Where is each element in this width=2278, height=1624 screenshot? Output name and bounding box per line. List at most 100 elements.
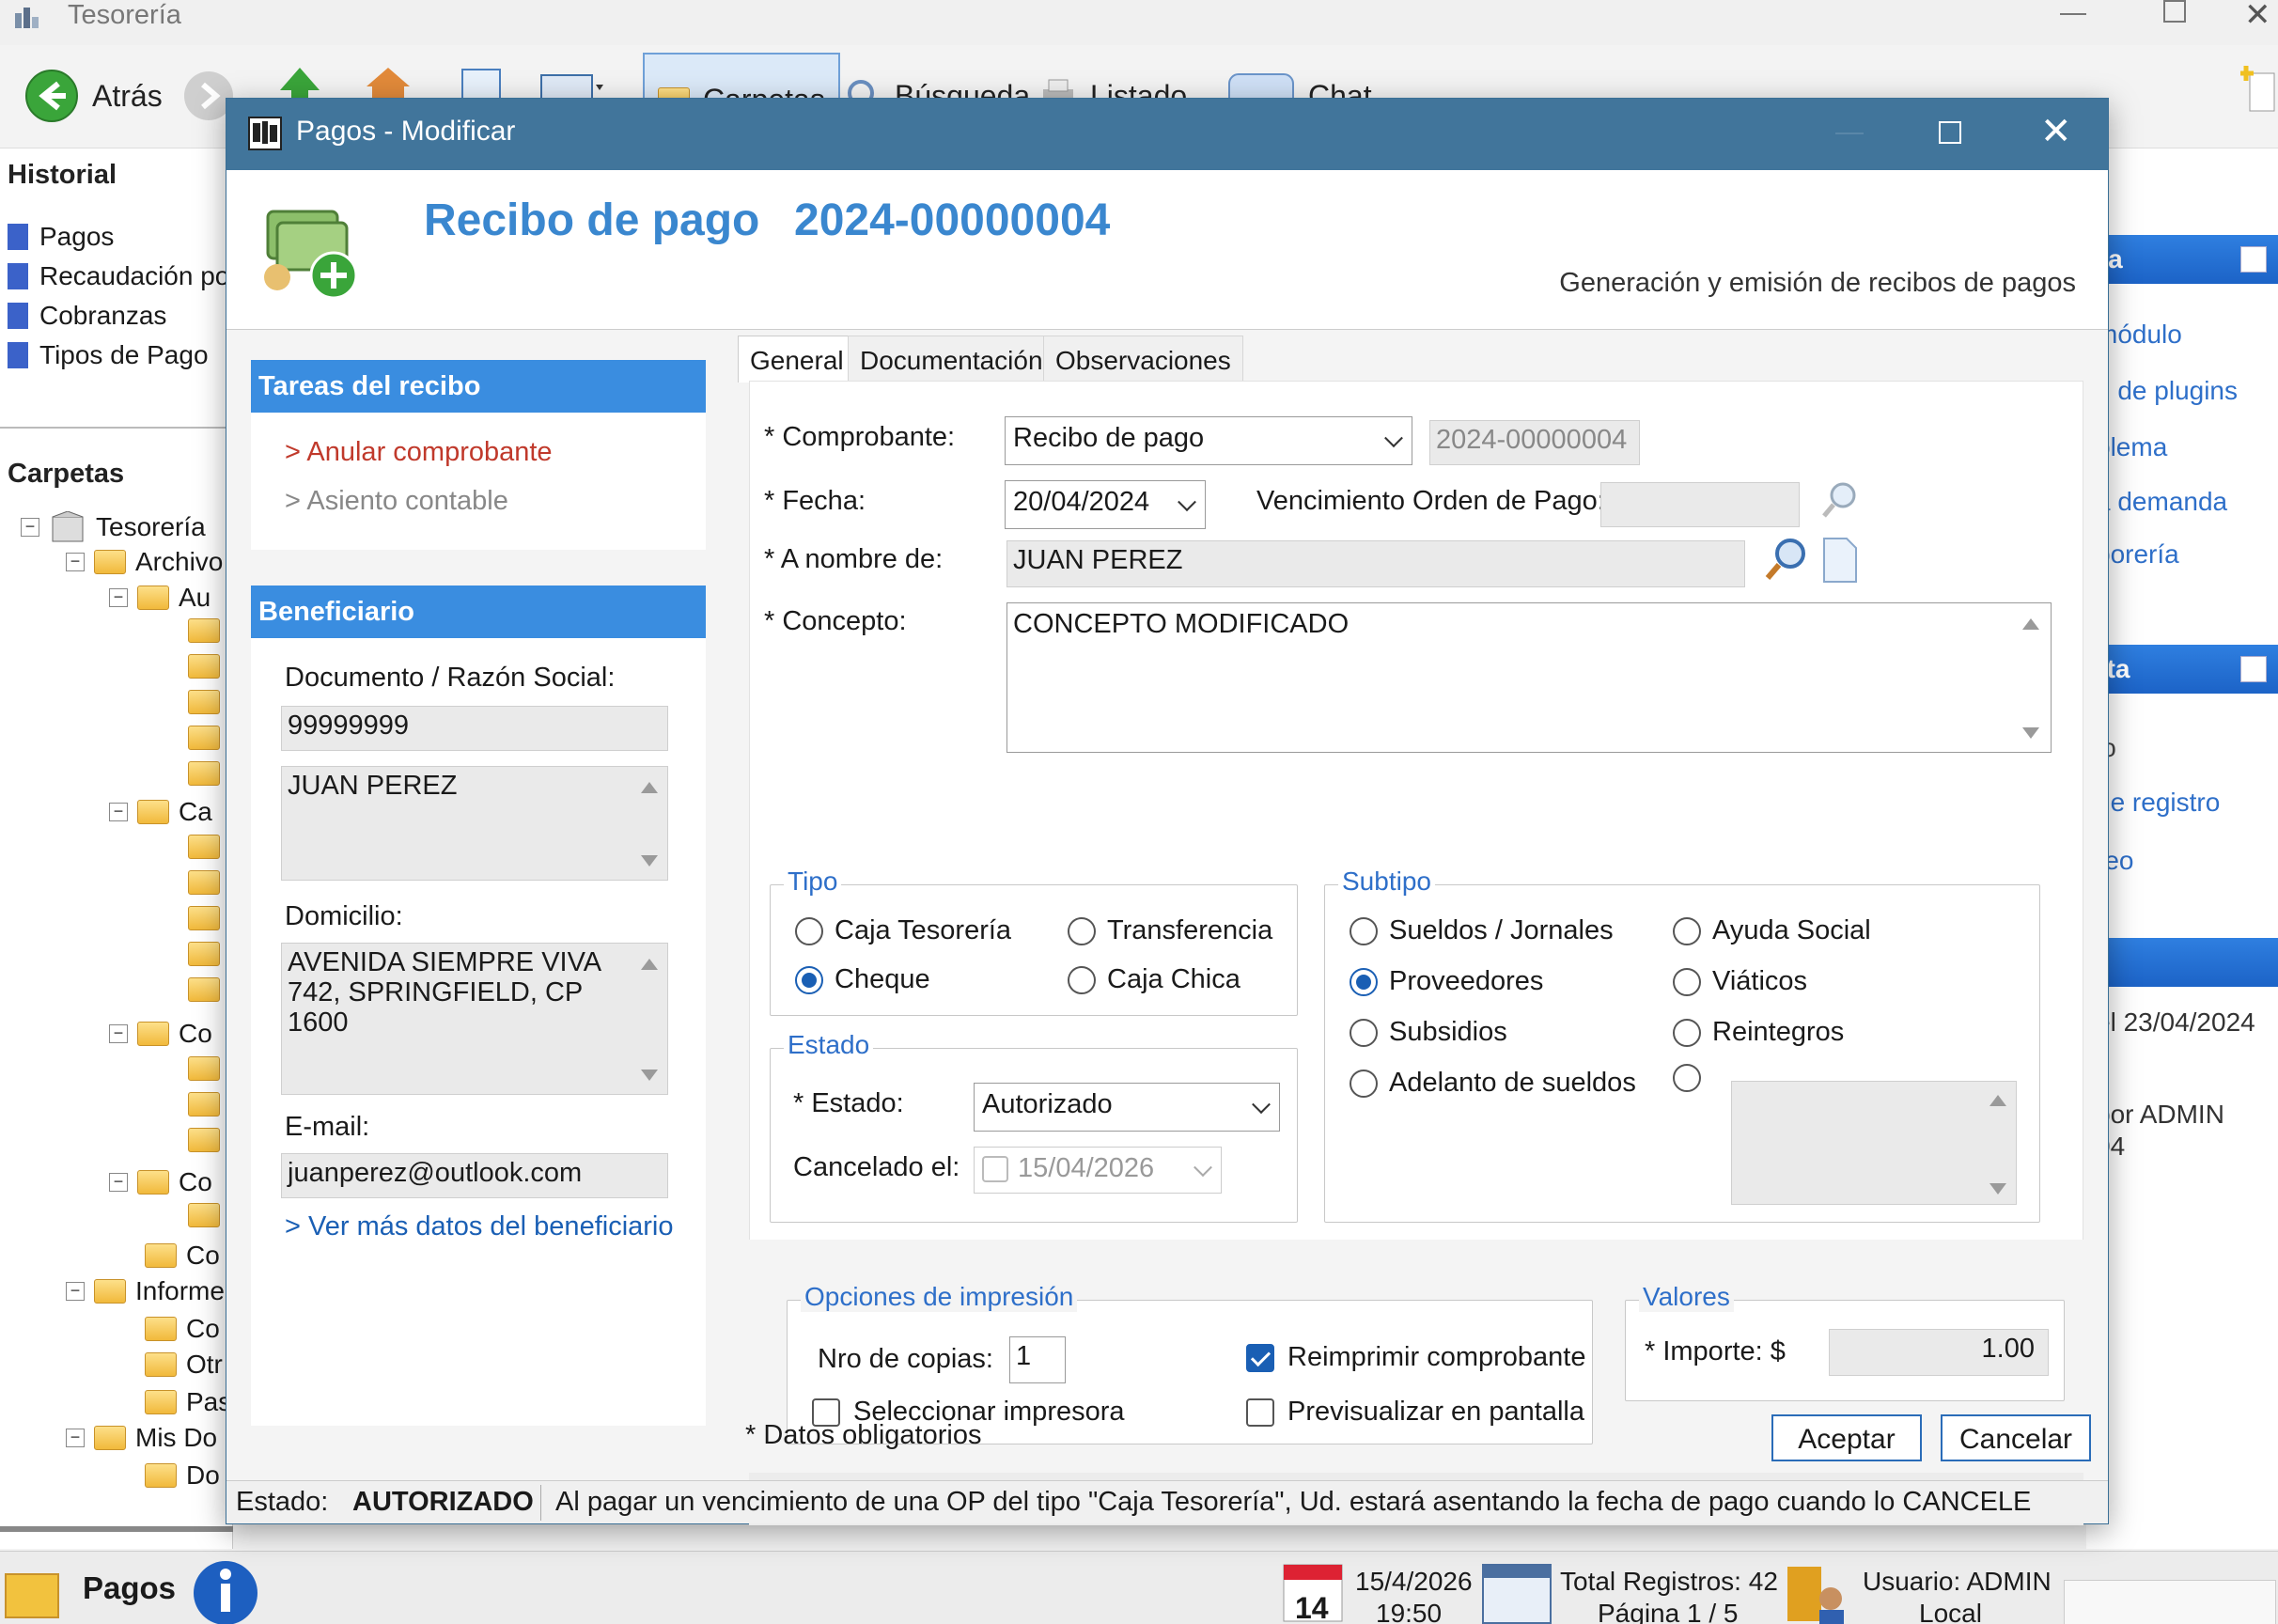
scroll-up-icon[interactable]	[641, 959, 658, 970]
tree-node-folder[interactable]	[188, 1203, 220, 1227]
right-link[interactable]: n de plugins	[2096, 376, 2238, 406]
cancelado-date-picker[interactable]: 15/04/2026	[974, 1147, 1222, 1194]
tree-node-co[interactable]: − Co	[109, 1019, 212, 1049]
close-button[interactable]: ✕	[2040, 110, 2072, 153]
scroll-up-icon[interactable]	[641, 782, 658, 793]
tree-node-pas[interactable]: Pas	[145, 1387, 231, 1417]
collapse-icon[interactable]: −	[21, 518, 39, 537]
fecha-picker[interactable]: 20/04/2024	[1005, 480, 1206, 529]
tree-node-au[interactable]: − Au	[109, 583, 211, 613]
scroll-down-icon[interactable]	[1989, 1183, 2006, 1195]
subtipo-sueldos-radio[interactable]: Sueldos / Jornales	[1350, 915, 1614, 946]
tree-node-co[interactable]: − Co	[109, 1167, 212, 1197]
tab-observations[interactable]: Observaciones	[1043, 336, 1243, 383]
collapse-icon[interactable]: −	[109, 1024, 128, 1043]
tree-node-tesoreria[interactable]: − Tesorería	[21, 511, 206, 543]
tipo-caja-tesoreria-radio[interactable]: Caja Tesorería	[795, 915, 1011, 946]
collapse-icon[interactable]: −	[66, 1429, 85, 1447]
document-icon[interactable]	[1820, 537, 1858, 584]
tree-node-folder[interactable]	[188, 761, 220, 786]
right-link[interactable]: de registro	[2096, 788, 2220, 818]
collapse-icon[interactable]	[2240, 656, 2267, 682]
tree-node-folder[interactable]	[188, 942, 220, 966]
subtipo-other-radio[interactable]	[1673, 1064, 1701, 1092]
email-field[interactable]: juanperez@outlook.com	[281, 1153, 668, 1198]
new-plugin-icon[interactable]	[2240, 62, 2278, 115]
tree-node-folder[interactable]	[188, 906, 220, 930]
copies-input[interactable]: 1	[1009, 1336, 1066, 1383]
collapse-icon[interactable]: −	[66, 553, 85, 571]
tab-documentation[interactable]: Documentación	[848, 336, 1055, 383]
collapse-icon[interactable]	[2240, 246, 2267, 273]
tree-node-ca[interactable]: − Ca	[109, 797, 212, 827]
tipo-transferencia-radio[interactable]: Transferencia	[1068, 915, 1272, 946]
horizontal-scrollbar[interactable]	[0, 1526, 233, 1532]
history-item-recaudacion[interactable]: Recaudación po	[8, 261, 229, 291]
tree-node-otr[interactable]: Otr	[145, 1350, 223, 1380]
tipo-caja-chica-radio[interactable]: Caja Chica	[1068, 964, 1240, 995]
tree-node-folder[interactable]	[188, 835, 220, 859]
address-field[interactable]: AVENIDA SIEMPRE VIVA 742, SPRINGFIELD, C…	[281, 943, 668, 1095]
nombre-field[interactable]: JUAN PEREZ	[1006, 540, 1745, 587]
collapse-icon[interactable]: −	[66, 1282, 85, 1301]
scroll-down-icon[interactable]	[2022, 727, 2039, 739]
comprobante-select[interactable]: Recibo de pago	[1005, 416, 1412, 465]
subtipo-adelanto-radio[interactable]: Adelanto de sueldos	[1350, 1068, 1636, 1099]
info-icon[interactable]	[188, 1557, 263, 1624]
tree-node-folder[interactable]	[188, 726, 220, 750]
maximize-button[interactable]	[1939, 121, 1961, 144]
history-item-tipos-pago[interactable]: Tipos de Pago	[8, 340, 209, 370]
subtipo-reintegros-radio[interactable]: Reintegros	[1673, 1017, 1844, 1048]
subtipo-proveedores-radio[interactable]: Proveedores	[1350, 966, 1543, 997]
tree-node-archivo[interactable]: − Archivo	[66, 547, 223, 577]
reprint-checkbox[interactable]: Reimprimir comprobante	[1246, 1342, 1586, 1373]
cancelado-checkbox[interactable]	[982, 1156, 1008, 1183]
accept-button[interactable]: Aceptar	[1771, 1414, 1922, 1461]
back-button[interactable]: Atrás	[24, 58, 163, 133]
cancel-button[interactable]: Cancelar	[1941, 1414, 2091, 1461]
document-field[interactable]: 99999999	[281, 706, 668, 751]
tree-node-folder[interactable]	[188, 977, 220, 1002]
importe-field[interactable]: 1.00	[1829, 1329, 2049, 1376]
collapse-icon[interactable]: −	[109, 588, 128, 607]
tree-node-folder[interactable]	[188, 1056, 220, 1081]
tree-node-folder[interactable]	[188, 1092, 220, 1116]
tree-node-informes[interactable]: − Informe	[66, 1276, 225, 1306]
tree-node-co[interactable]: Co	[145, 1314, 220, 1344]
vencimiento-field[interactable]	[1600, 482, 1800, 527]
scroll-up-icon[interactable]	[2022, 618, 2039, 630]
search-icon[interactable]	[1820, 480, 1860, 520]
tree-node-folder[interactable]	[188, 1128, 220, 1152]
scroll-up-icon[interactable]	[1989, 1095, 2006, 1106]
subtipo-subsidios-radio[interactable]: Subsidios	[1350, 1017, 1507, 1048]
preview-checkbox[interactable]: Previsualizar en pantalla	[1246, 1397, 1584, 1428]
tipo-cheque-radio[interactable]: Cheque	[795, 964, 930, 995]
scroll-down-icon[interactable]	[641, 855, 658, 867]
right-link[interactable]: a demanda	[2096, 487, 2227, 517]
tree-node-folder[interactable]	[188, 654, 220, 679]
concepto-textarea[interactable]: CONCEPTO MODIFICADO	[1006, 602, 2052, 753]
search-icon[interactable]	[1764, 537, 1809, 584]
app-close-button[interactable]: ✕	[2244, 0, 2271, 34]
collapse-icon[interactable]: −	[109, 1173, 128, 1192]
subtipo-ayuda-social-radio[interactable]: Ayuda Social	[1673, 915, 1871, 946]
tree-node-folder[interactable]	[188, 690, 220, 714]
app-maximize-button[interactable]	[2163, 0, 2186, 23]
estado-select[interactable]: Autorizado	[974, 1083, 1280, 1132]
tree-node-doc[interactable]: Do	[145, 1460, 220, 1491]
tab-general[interactable]: General	[738, 336, 856, 383]
name-field[interactable]: JUAN PEREZ	[281, 766, 668, 881]
cancel-receipt-link[interactable]: > Anular comprobante	[285, 437, 553, 468]
tree-node-folder[interactable]	[188, 870, 220, 895]
subtipo-other-field[interactable]	[1731, 1081, 2017, 1205]
subtipo-viaticos-radio[interactable]: Viáticos	[1673, 966, 1807, 997]
minimize-button[interactable]	[1835, 133, 1864, 134]
history-item-pagos[interactable]: Pagos	[8, 222, 114, 252]
history-item-cobranzas[interactable]: Cobranzas	[8, 301, 166, 331]
scroll-down-icon[interactable]	[641, 1070, 658, 1081]
collapse-icon[interactable]: −	[109, 803, 128, 821]
app-minimize-button[interactable]	[2060, 13, 2086, 15]
more-beneficiary-link[interactable]: > Ver más datos del beneficiario	[285, 1211, 674, 1242]
tree-node-co[interactable]: Co	[145, 1241, 220, 1271]
accounting-entry-link[interactable]: > Asiento contable	[285, 486, 508, 517]
